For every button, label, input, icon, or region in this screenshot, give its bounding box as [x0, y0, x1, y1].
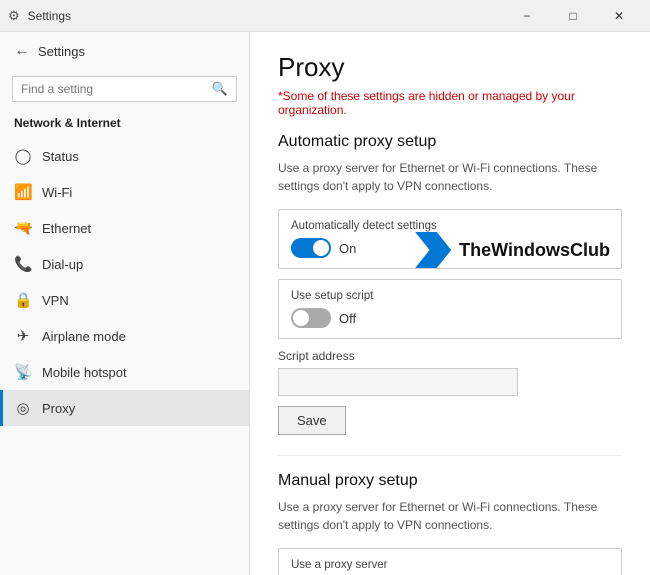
titlebar-title: Settings [28, 9, 504, 23]
sidebar-item-wifi[interactable]: 📶 Wi-Fi [0, 174, 249, 210]
sidebar-item-label: Ethernet [42, 221, 91, 236]
content-area: TheWindowsClub Proxy *Some of these sett… [250, 32, 650, 575]
app-body: ← Settings 🔍 Network & Internet ◯ Status… [0, 32, 650, 575]
close-button[interactable]: ✕ [596, 0, 642, 32]
auto-detect-state: On [339, 241, 356, 256]
proxy-server-toggle-box: Use a proxy server Off [278, 548, 622, 575]
setup-script-toggle-row: Off [291, 308, 609, 328]
search-icon: 🔍 [212, 81, 228, 97]
titlebar: ⚙ Settings − □ ✕ [0, 0, 650, 32]
sidebar-item-label: Proxy [42, 401, 75, 416]
back-arrow-icon: ← [14, 42, 30, 60]
wifi-icon: 📶 [14, 183, 32, 201]
maximize-button[interactable]: □ [550, 0, 596, 32]
proxy-icon: ◎ [14, 399, 32, 417]
sidebar-item-dialup[interactable]: 📞 Dial-up [0, 246, 249, 282]
status-icon: ◯ [14, 147, 32, 165]
sidebar-item-label: VPN [42, 293, 69, 308]
auto-detect-toggle-row: On [291, 238, 609, 258]
manual-section-desc: Use a proxy server for Ethernet or Wi-Fi… [278, 498, 622, 534]
automatic-section-title: Automatic proxy setup [278, 133, 622, 151]
search-input[interactable] [21, 82, 212, 96]
sidebar-back-button[interactable]: ← Settings [0, 32, 249, 70]
org-warning: *Some of these settings are hidden or ma… [278, 89, 622, 117]
setup-script-state: Off [339, 311, 356, 326]
minimize-button[interactable]: − [504, 0, 550, 32]
section-divider [278, 455, 622, 456]
sidebar-item-proxy[interactable]: ◎ Proxy [0, 390, 249, 426]
save-button[interactable]: Save [278, 406, 346, 435]
proxy-server-label: Use a proxy server [291, 559, 609, 571]
sidebar-section-label: Network & Internet [0, 112, 249, 138]
script-address-input[interactable] [278, 368, 518, 396]
sidebar-item-hotspot[interactable]: 📡 Mobile hotspot [0, 354, 249, 390]
sidebar-item-ethernet[interactable]: 🔫 Ethernet [0, 210, 249, 246]
sidebar-item-label: Airplane mode [42, 329, 126, 344]
setup-script-toggle[interactable] [291, 308, 331, 328]
sidebar-back-label: Settings [38, 44, 85, 59]
script-address-label: Script address [278, 349, 622, 363]
dialup-icon: 📞 [14, 255, 32, 273]
titlebar-controls: − □ ✕ [504, 0, 642, 32]
sidebar-item-label: Dial-up [42, 257, 83, 272]
sidebar-search-box[interactable]: 🔍 [12, 76, 237, 102]
airplane-icon: ✈ [14, 327, 32, 345]
sidebar-item-label: Mobile hotspot [42, 365, 127, 380]
setup-script-label: Use setup script [291, 290, 609, 302]
sidebar-item-airplane[interactable]: ✈ Airplane mode [0, 318, 249, 354]
vpn-icon: 🔒 [14, 291, 32, 309]
sidebar-item-vpn[interactable]: 🔒 VPN [0, 282, 249, 318]
sidebar-item-status[interactable]: ◯ Status [0, 138, 249, 174]
auto-detect-label: Automatically detect settings [291, 220, 609, 232]
automatic-section-desc: Use a proxy server for Ethernet or Wi-Fi… [278, 159, 622, 195]
auto-detect-toggle-box: Automatically detect settings On [278, 209, 622, 269]
ethernet-icon: 🔫 [14, 219, 32, 237]
auto-detect-toggle[interactable] [291, 238, 331, 258]
sidebar-item-label: Wi-Fi [42, 185, 72, 200]
page-title: Proxy [278, 52, 622, 83]
manual-section-title: Manual proxy setup [278, 472, 622, 490]
sidebar-item-label: Status [42, 149, 79, 164]
setup-script-toggle-box: Use setup script Off [278, 279, 622, 339]
sidebar: ← Settings 🔍 Network & Internet ◯ Status… [0, 32, 250, 575]
hotspot-icon: 📡 [14, 363, 32, 381]
